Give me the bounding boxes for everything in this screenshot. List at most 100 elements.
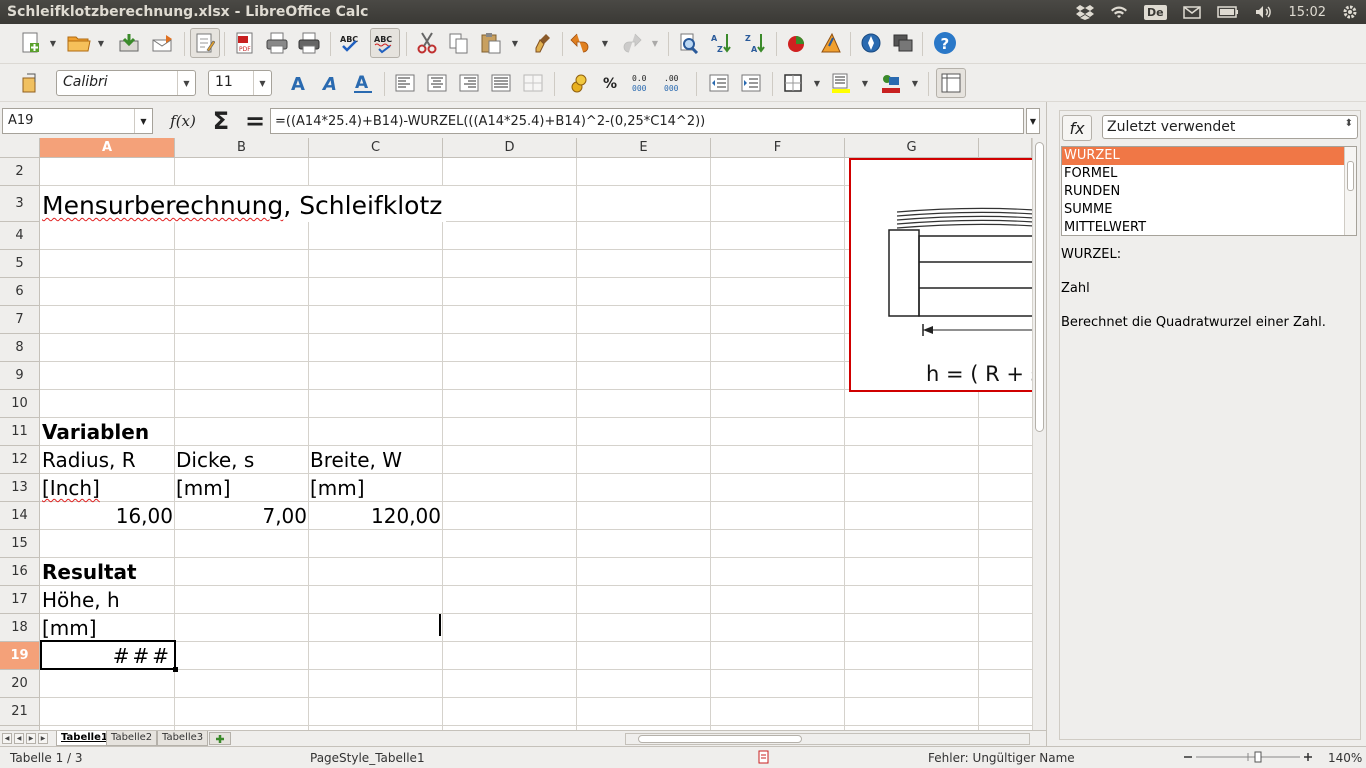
category-select[interactable]: Zuletzt verwendet ⬍: [1102, 115, 1358, 139]
scrollbar-thumb[interactable]: [1347, 161, 1354, 191]
cut-icon[interactable]: [412, 28, 442, 58]
sheet-tab-tabelle1[interactable]: Tabelle1: [56, 731, 113, 746]
font-size-combo[interactable]: 11 ▼: [208, 70, 272, 96]
column-header[interactable]: [979, 138, 1032, 158]
row-header[interactable]: 14: [0, 502, 40, 530]
borders-icon[interactable]: [778, 68, 808, 98]
column-header[interactable]: C: [309, 138, 443, 158]
bold-icon[interactable]: A: [284, 68, 314, 98]
spreadsheet-grid[interactable]: A B C D E F G 2 3 4 5 6 7 8 9 10 11 12 1…: [0, 138, 1032, 730]
new-document-icon[interactable]: [16, 28, 46, 58]
save-icon[interactable]: [114, 28, 144, 58]
clock[interactable]: 15:02: [1281, 0, 1334, 24]
list-item[interactable]: MITTELWERT: [1062, 219, 1356, 235]
expand-formula-icon[interactable]: ▼: [1026, 108, 1040, 134]
autospellcheck-icon[interactable]: ABC: [370, 28, 400, 58]
list-scrollbar[interactable]: [1344, 147, 1356, 235]
clone-formatting-icon[interactable]: [530, 28, 560, 58]
insert-function-button[interactable]: fx: [1062, 115, 1092, 141]
cell-c14[interactable]: 120,00: [308, 502, 443, 530]
select-all-corner[interactable]: [0, 138, 40, 158]
row-header[interactable]: 7: [0, 306, 40, 334]
scrollbar-thumb[interactable]: [1035, 142, 1044, 432]
row-header[interactable]: 12: [0, 446, 40, 474]
horizontal-scrollbar[interactable]: [625, 733, 1030, 745]
row-header[interactable]: 17: [0, 586, 40, 614]
insert-chart-icon[interactable]: [782, 28, 812, 58]
align-right-icon[interactable]: [454, 68, 484, 98]
decrease-indent-icon[interactable]: [704, 68, 734, 98]
column-header[interactable]: G: [845, 138, 979, 158]
name-box[interactable]: A19 ▼: [2, 108, 153, 134]
paste-dropdown-arrow[interactable]: ▼: [510, 28, 520, 58]
cell-a18[interactable]: [mm]: [40, 614, 99, 642]
page-style[interactable]: PageStyle_Tabelle1: [310, 751, 425, 765]
column-header[interactable]: A: [40, 138, 175, 158]
embedded-picture[interactable]: h = ( R + s: [849, 158, 1032, 392]
navigator-icon[interactable]: [856, 28, 886, 58]
toggle-grid-icon[interactable]: [936, 68, 966, 98]
cell-a3[interactable]: Mensurberechnung, Schleifklotz: [40, 186, 447, 222]
background-color-icon[interactable]: [826, 68, 856, 98]
decimal-places-icon[interactable]: .00 000: [660, 68, 690, 98]
dropbox-icon[interactable]: [1068, 0, 1102, 24]
zoom-slider[interactable]: [1182, 749, 1316, 768]
align-left-icon[interactable]: [390, 68, 420, 98]
zoom-level[interactable]: 140%: [1328, 751, 1362, 765]
justify-icon[interactable]: [486, 68, 516, 98]
chevron-down-icon[interactable]: ▼: [253, 71, 271, 95]
column-header[interactable]: B: [175, 138, 309, 158]
copy-icon[interactable]: [444, 28, 474, 58]
row-header[interactable]: 21: [0, 698, 40, 726]
font-color-dropdown-arrow[interactable]: ▼: [910, 68, 920, 98]
merge-cells-icon[interactable]: [518, 68, 548, 98]
open-dropdown-arrow[interactable]: ▼: [96, 28, 106, 58]
cell-b12[interactable]: Dicke, s: [174, 446, 256, 474]
styles-icon[interactable]: [16, 68, 46, 98]
increase-indent-icon[interactable]: [736, 68, 766, 98]
add-sheet-icon[interactable]: [209, 732, 231, 745]
spellcheck-icon[interactable]: ABC: [336, 28, 366, 58]
draw-functions-icon[interactable]: [816, 28, 846, 58]
send-email-icon[interactable]: [148, 28, 178, 58]
sheet-tab-tabelle3[interactable]: Tabelle3: [157, 731, 209, 746]
sheet-tab-tabelle2[interactable]: Tabelle2: [106, 731, 158, 746]
row-header[interactable]: 6: [0, 278, 40, 306]
gallery-icon[interactable]: [888, 28, 918, 58]
list-item[interactable]: WURZEL: [1062, 147, 1356, 165]
new-dropdown-arrow[interactable]: ▼: [48, 28, 58, 58]
sort-descending-icon[interactable]: ZA: [740, 28, 770, 58]
borders-dropdown-arrow[interactable]: ▼: [812, 68, 822, 98]
cell-b13[interactable]: [mm]: [174, 474, 233, 502]
align-center-icon[interactable]: [422, 68, 452, 98]
row-header[interactable]: 20: [0, 670, 40, 698]
row-header[interactable]: 8: [0, 334, 40, 362]
number-format-icon[interactable]: 0.0 000: [628, 68, 658, 98]
wifi-icon[interactable]: [1102, 0, 1136, 24]
export-pdf-icon[interactable]: PDF: [230, 28, 260, 58]
cell-a14[interactable]: 16,00: [40, 502, 175, 530]
keyboard-layout-indicator[interactable]: De: [1136, 0, 1175, 24]
row-header[interactable]: 3: [0, 186, 40, 222]
list-item[interactable]: SUMME: [1062, 201, 1356, 219]
undo-icon[interactable]: [566, 28, 596, 58]
background-color-dropdown-arrow[interactable]: ▼: [860, 68, 870, 98]
redo-icon[interactable]: [616, 28, 646, 58]
cell-a11[interactable]: Variablen: [40, 418, 151, 446]
paste-icon[interactable]: [476, 28, 506, 58]
open-folder-icon[interactable]: [64, 28, 94, 58]
list-item[interactable]: FORMEL: [1062, 165, 1356, 183]
list-item[interactable]: RUNDEN: [1062, 183, 1356, 201]
cell-a12[interactable]: Radius, R: [40, 446, 138, 474]
chevron-down-icon[interactable]: ▼: [177, 71, 195, 95]
print-preview-icon[interactable]: [294, 28, 324, 58]
first-sheet-icon[interactable]: ◀: [2, 733, 12, 744]
currency-format-icon[interactable]: [564, 68, 594, 98]
function-wizard-button[interactable]: f(x): [165, 112, 201, 130]
percent-format-icon[interactable]: %: [596, 68, 626, 98]
row-header[interactable]: 18: [0, 614, 40, 642]
column-header[interactable]: D: [443, 138, 577, 158]
cell-a16[interactable]: Resultat: [40, 558, 139, 586]
column-header[interactable]: E: [577, 138, 711, 158]
row-header[interactable]: 9: [0, 362, 40, 390]
